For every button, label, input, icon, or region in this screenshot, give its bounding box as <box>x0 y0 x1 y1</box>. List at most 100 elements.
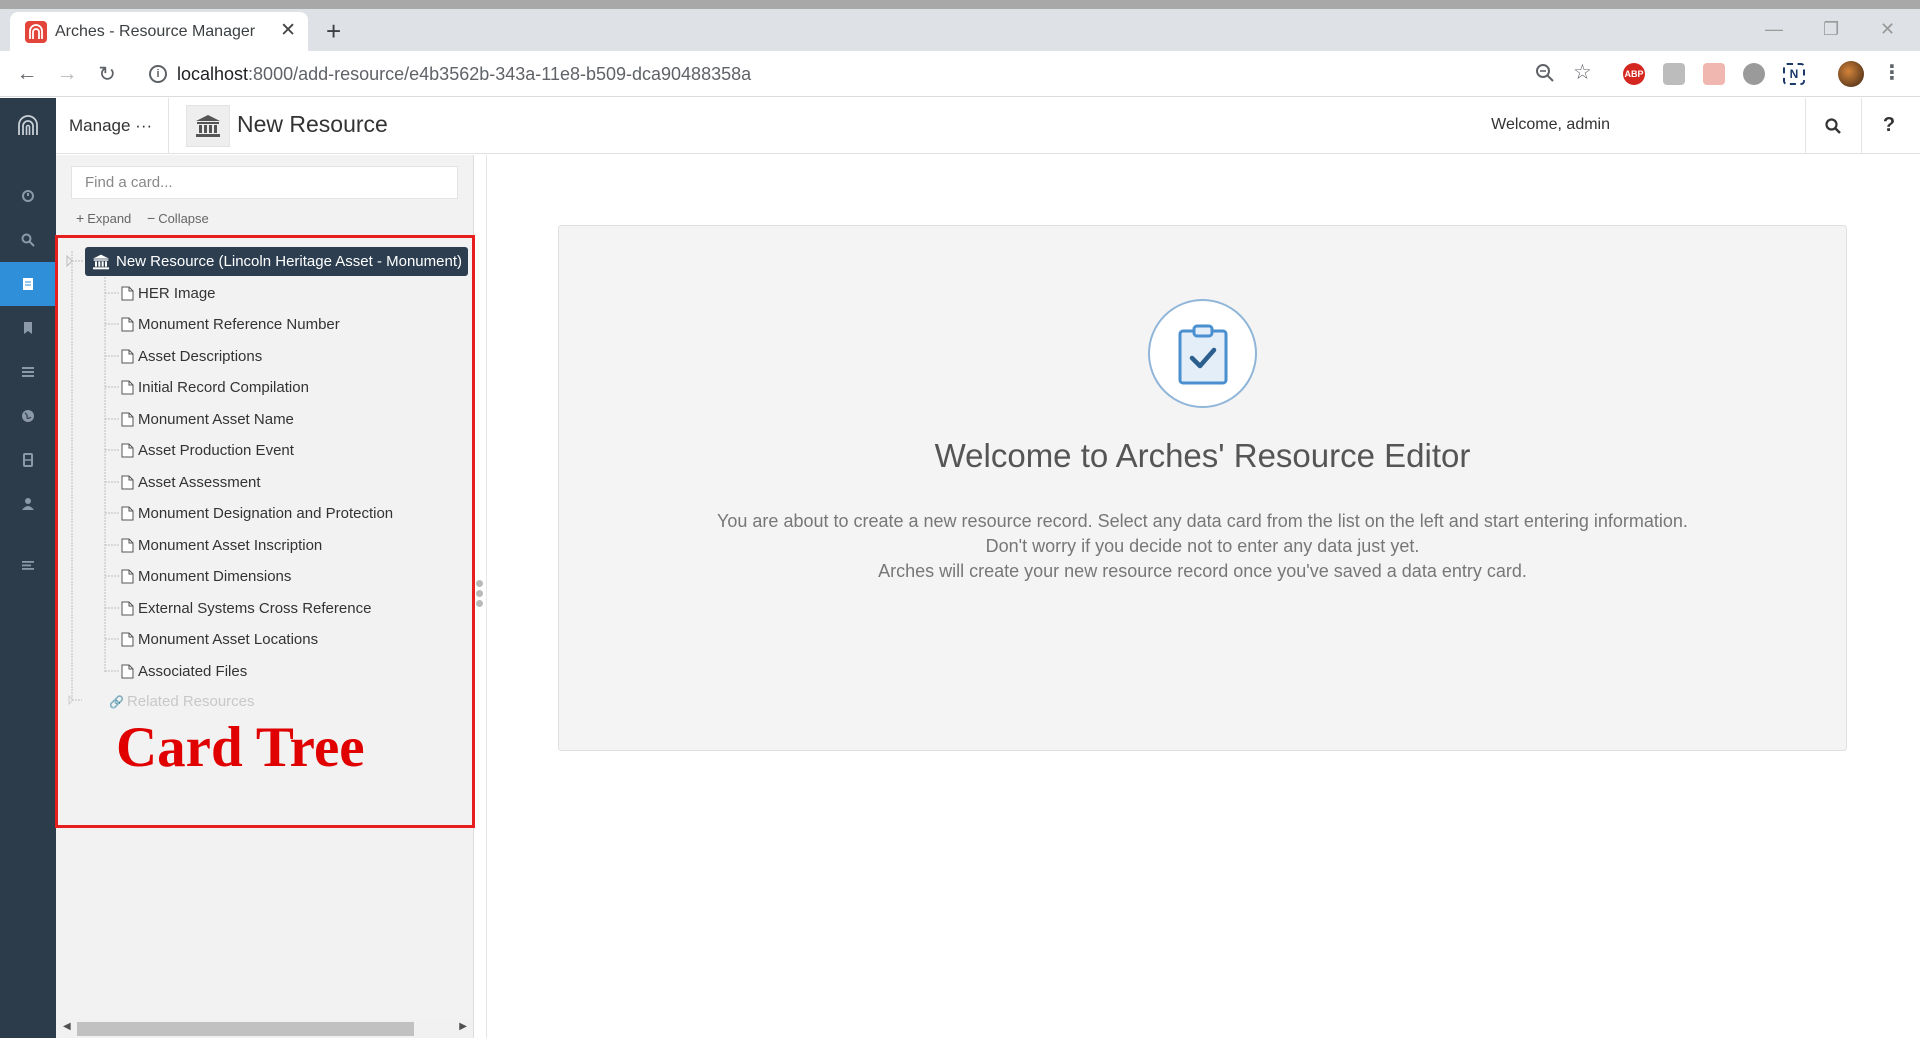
back-icon[interactable]: ← <box>13 60 41 88</box>
nav-menu[interactable] <box>0 544 56 588</box>
tree-card-item[interactable]: Initial Record Compilation <box>121 376 309 400</box>
welcome-line-3: Arches will create your new resource rec… <box>878 561 1527 581</box>
browser-menu-icon[interactable]: ⋮ <box>1882 60 1902 85</box>
tree-card-item[interactable]: External Systems Cross Reference <box>121 596 371 620</box>
url-text[interactable]: localhost:8000/add-resource/e4b3562b-343… <box>177 64 751 85</box>
related-resources-label: Related Resources <box>126 693 255 710</box>
window-close-icon[interactable]: ✕ <box>1880 17 1895 41</box>
help-button[interactable]: ? <box>1861 98 1916 153</box>
tree-card-label: Asset Descriptions <box>138 347 263 365</box>
document-icon <box>121 286 134 300</box>
new-tab-icon[interactable]: + <box>326 18 341 44</box>
tree-card-item[interactable]: Monument Reference Number <box>121 313 340 337</box>
nav-search[interactable] <box>0 218 56 262</box>
link-icon: 🔗 <box>109 694 124 709</box>
user-icon <box>22 498 34 510</box>
forward-icon[interactable]: → <box>53 60 81 88</box>
adblock-icon[interactable]: ABP <box>1623 63 1645 85</box>
nav-resource-editor[interactable] <box>0 262 56 306</box>
document-icon <box>121 601 134 615</box>
tree-card-label: Asset Assessment <box>138 473 261 491</box>
tree-card-label: Associated Files <box>138 662 248 680</box>
tree-card-item[interactable]: Monument Asset Name <box>121 407 294 431</box>
site-info-icon[interactable]: i <box>149 65 167 83</box>
document-icon <box>121 632 134 647</box>
panel-divider <box>486 155 487 1038</box>
tree-card-label: Monument Reference Number <box>138 316 340 333</box>
extension-icon[interactable] <box>1703 63 1725 85</box>
bank-icon <box>93 254 109 269</box>
tree-root-node[interactable]: New Resource (Lincoln Heritage Asset - M… <box>85 247 468 276</box>
document-icon <box>121 664 134 678</box>
tree-card-item[interactable]: Asset Production Event <box>121 439 294 463</box>
omnibox[interactable]: i localhost:8000/add-resource/e4b3562b-3… <box>135 56 1600 92</box>
header-divider <box>168 98 169 153</box>
welcome-panel: Welcome to Arches' Resource Editor You a… <box>558 225 1847 751</box>
bookmark-star-icon[interactable]: ☆ <box>1573 60 1592 85</box>
tree-card-label: Monument Dimensions <box>138 568 292 585</box>
nav-database[interactable] <box>0 438 56 482</box>
browser-tab[interactable]: Arches - Resource Manager ✕ <box>10 12 308 51</box>
document-icon <box>121 349 134 363</box>
app-header: Manage ··· New Resource Welcome, admin ? <box>56 98 1920 154</box>
zoom-icon[interactable] <box>1535 63 1555 83</box>
welcome-user[interactable]: Welcome, admin <box>1491 116 1610 134</box>
profile-avatar[interactable] <box>1838 61 1864 87</box>
resource-icon-box <box>186 105 230 147</box>
arches-logo-icon[interactable] <box>0 98 56 154</box>
document-icon <box>121 569 134 584</box>
panel-resize-handle[interactable] <box>476 580 484 614</box>
tree-card-label: Monument Asset Inscription <box>138 536 323 554</box>
bank-icon <box>196 115 220 137</box>
nav-list[interactable] <box>0 350 56 394</box>
tree-card-label: Monument Asset Locations <box>138 631 319 648</box>
root-node-label: New Resource (Lincoln Heritage Asset - M… <box>116 253 462 270</box>
scroll-right-icon[interactable]: ▶ <box>459 1021 467 1032</box>
search-icon <box>1825 117 1841 134</box>
tree-horizontal-scrollbar[interactable]: ◀ ▶ <box>58 1019 472 1038</box>
extension-n-icon[interactable]: N <box>1783 63 1805 85</box>
scroll-left-icon[interactable]: ◀ <box>63 1021 71 1032</box>
tree-card-item[interactable]: Associated Files <box>121 659 247 683</box>
document-icon <box>23 278 33 290</box>
dashboard-icon <box>22 190 34 202</box>
welcome-line-2: Don't worry if you decide not to enter a… <box>985 536 1420 556</box>
bookmark-icon <box>24 322 32 334</box>
document-icon <box>121 538 134 552</box>
tree-card-item[interactable]: Monument Designation and Protection <box>121 502 393 526</box>
browser-tab-bar: Arches - Resource Manager ✕ + — ❐ ✕ <box>0 9 1920 51</box>
scrollbar-thumb[interactable] <box>77 1022 414 1036</box>
tree-card-item[interactable]: Asset Assessment <box>121 470 261 494</box>
nav-map[interactable] <box>0 394 56 438</box>
document-icon <box>121 475 134 489</box>
tree-card-label: Monument Asset Name <box>138 410 294 428</box>
reload-icon[interactable]: ↻ <box>93 60 121 88</box>
database-icon <box>23 453 33 467</box>
tab-close-icon[interactable]: ✕ <box>280 20 296 42</box>
window-top-edge <box>0 0 1920 9</box>
clipboard-check-icon <box>1148 299 1257 408</box>
extension-icon[interactable] <box>1663 63 1685 85</box>
document-icon <box>121 380 134 395</box>
nav-dashboard[interactable] <box>0 174 56 218</box>
card-tree-panel: +Expand −Collapse <box>56 155 474 1038</box>
list-icon <box>22 367 34 377</box>
restore-icon[interactable]: ❐ <box>1823 17 1839 41</box>
related-resources-node[interactable]: 🔗 Related Resources <box>109 693 255 710</box>
tree-card-item[interactable]: Monument Dimensions <box>121 565 291 589</box>
tree-card-item[interactable]: Monument Asset Locations <box>121 628 318 652</box>
manage-menu[interactable]: Manage ··· <box>69 116 152 136</box>
document-icon <box>121 443 134 458</box>
minimize-icon[interactable]: — <box>1765 17 1783 41</box>
tree-card-item[interactable]: Monument Asset Inscription <box>121 533 322 557</box>
document-icon <box>121 317 134 332</box>
globe-icon <box>22 410 34 422</box>
tree-card-item[interactable]: Asset Descriptions <box>121 344 262 368</box>
extension-icon[interactable] <box>1743 63 1765 85</box>
address-bar: ← → ↻ i localhost:8000/add-resource/e4b3… <box>0 51 1920 97</box>
tree-card-item[interactable]: HER Image <box>121 281 216 305</box>
nav-bookmark[interactable] <box>0 306 56 350</box>
nav-user[interactable] <box>0 482 56 526</box>
search-icon <box>21 233 35 247</box>
search-button[interactable] <box>1805 98 1860 153</box>
